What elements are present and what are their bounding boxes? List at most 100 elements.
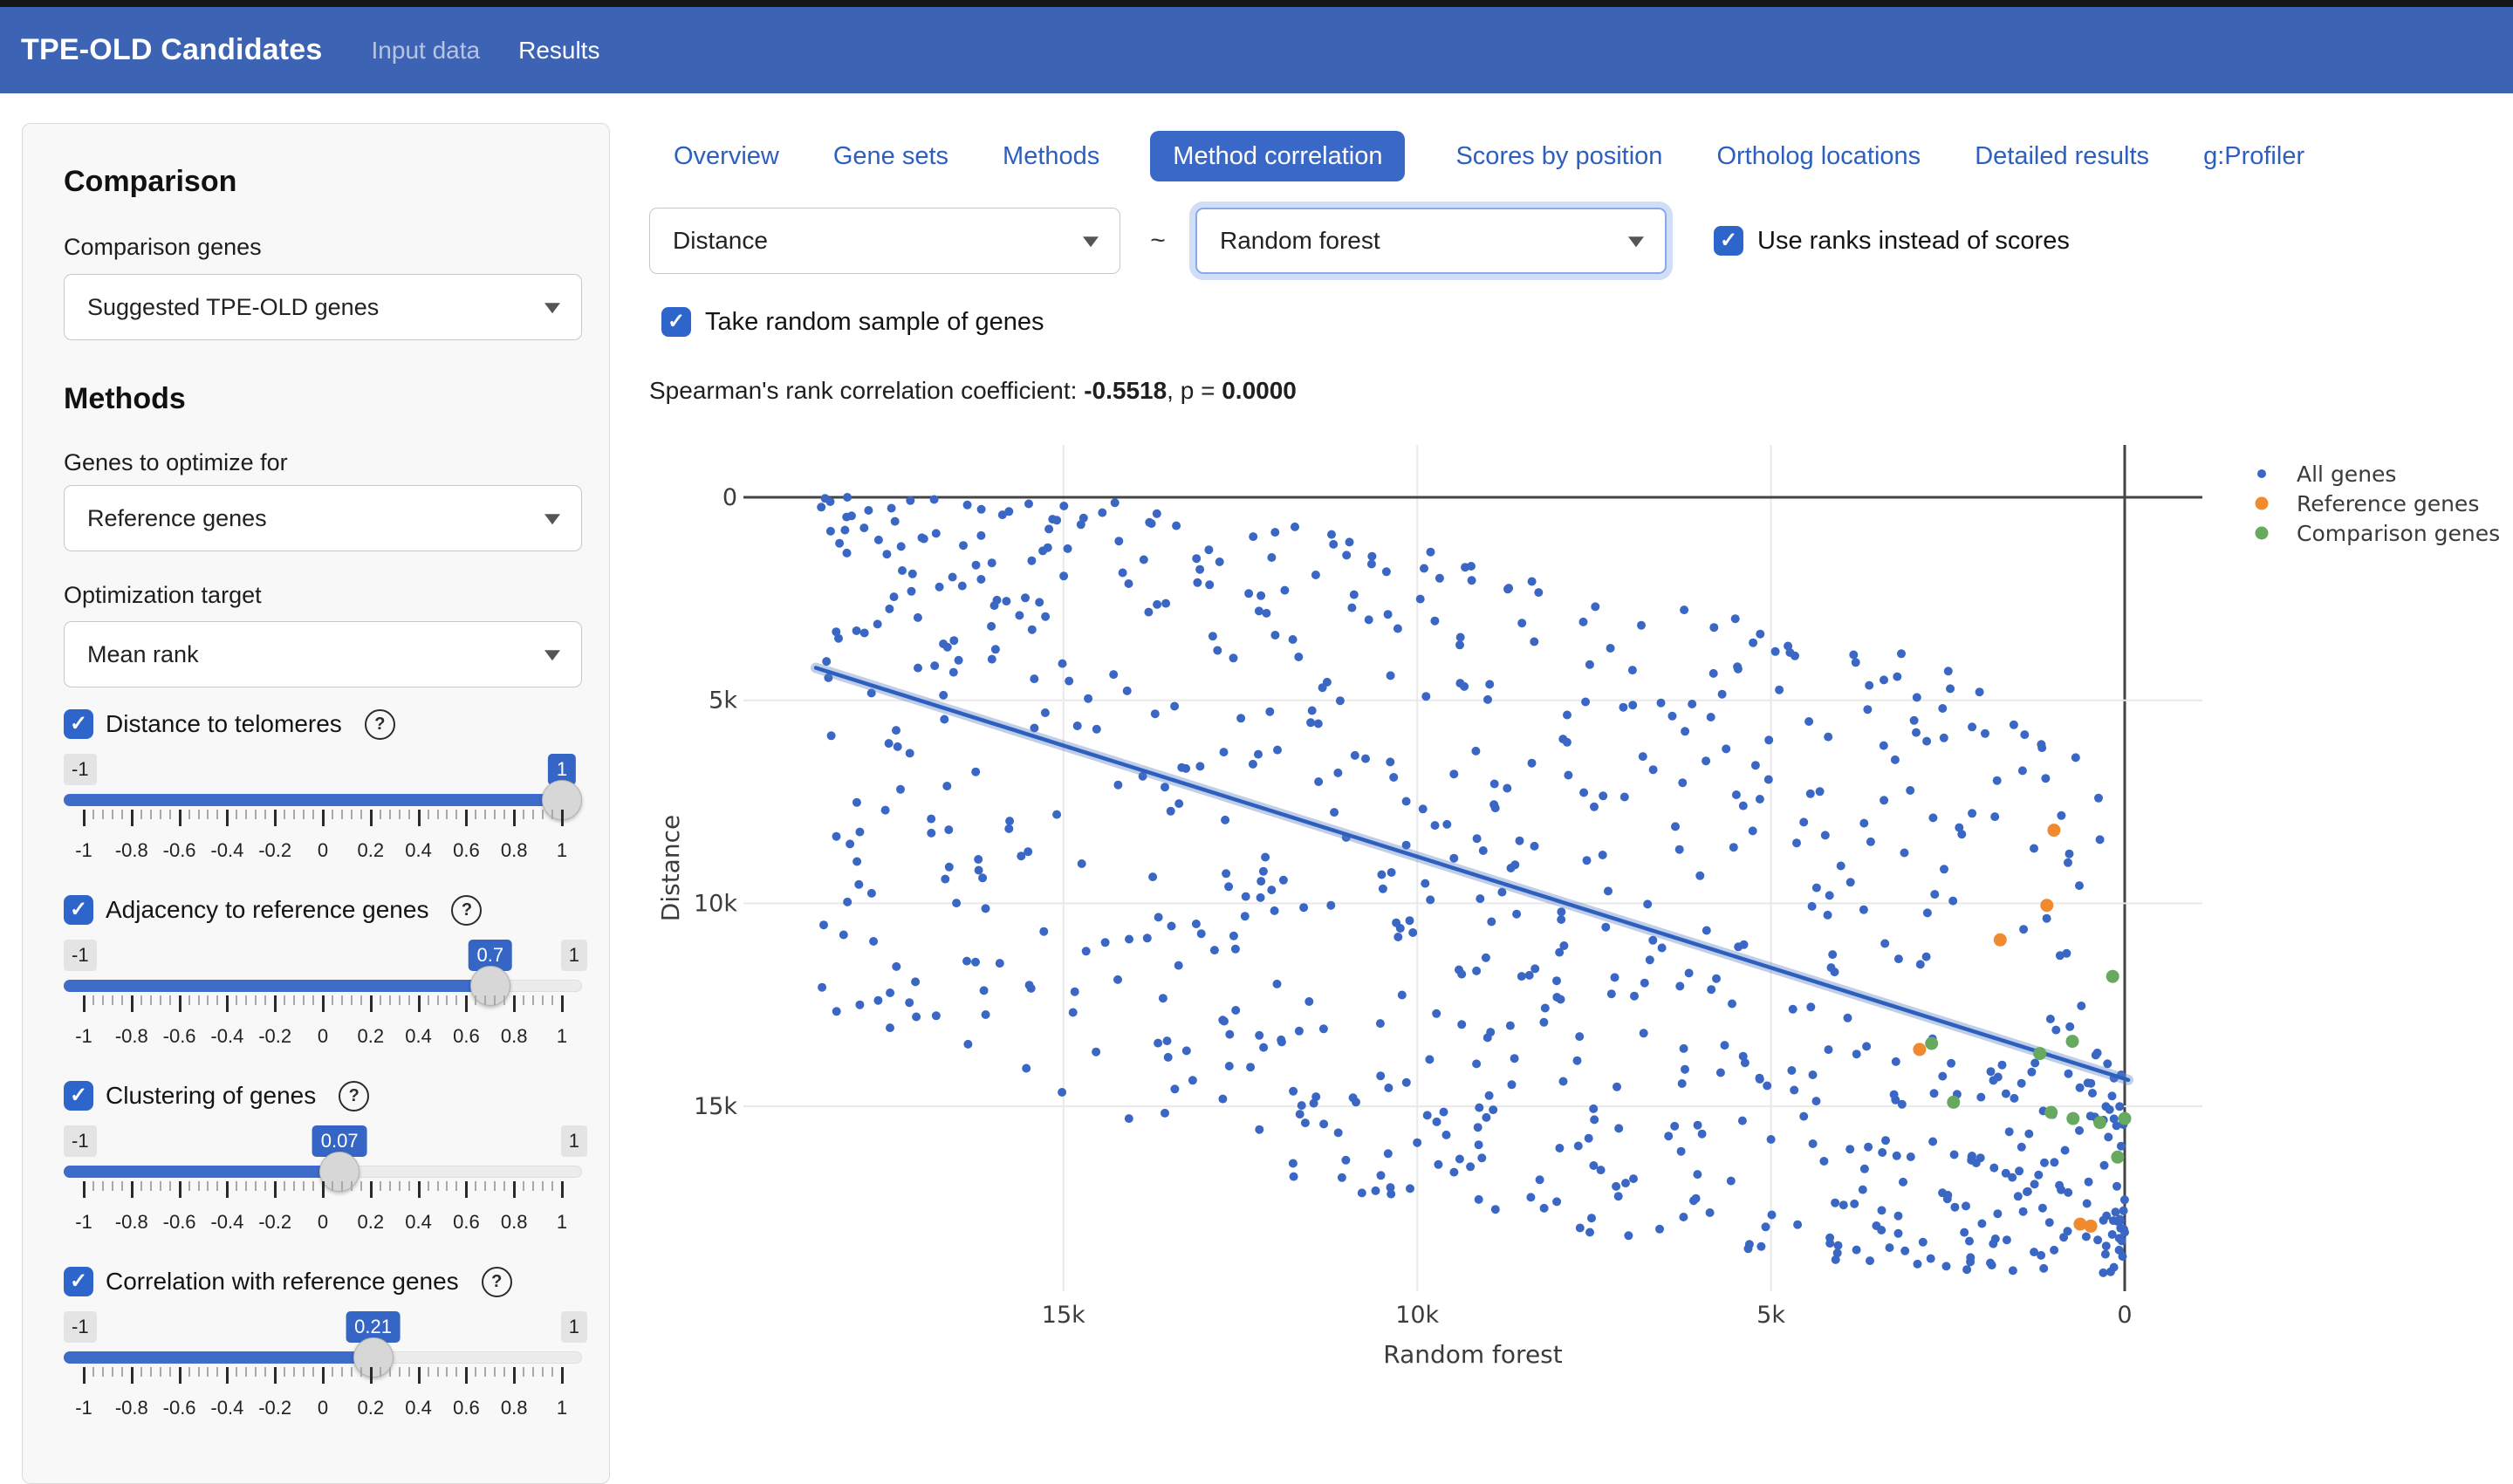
comparison-genes-select[interactable]: Suggested TPE-OLD genes [64, 274, 582, 340]
slider-scale-label: 1 [557, 1397, 567, 1419]
all-genes-point [1866, 838, 1875, 846]
all-genes-point [1475, 1195, 1483, 1204]
all-genes-point [1739, 802, 1748, 810]
all-genes-point [2086, 1079, 2095, 1088]
slider-tick [264, 810, 266, 819]
slider-tick [542, 995, 544, 1005]
nav-results[interactable]: Results [518, 37, 599, 65]
slider-tick [150, 1367, 152, 1377]
optimization-target-select[interactable]: Mean rank [64, 621, 582, 687]
app-root: { "navbar": { "brand": "TPE-OLD Candidat… [0, 0, 2513, 1420]
slider-scale-label: -0.2 [258, 1397, 291, 1419]
all-genes-point [1145, 518, 1154, 527]
method-checkbox[interactable] [64, 895, 93, 925]
slider-tick [92, 1367, 94, 1377]
method-checkbox[interactable] [64, 709, 93, 739]
reference-genes-point [2047, 824, 2060, 837]
weight-slider[interactable]: -1 1 0.7 -1-0.8-0.6-0.4-0.200.20.40.60.8… [64, 934, 582, 1074]
slider-ticks [84, 1181, 562, 1209]
all-genes-point [1658, 944, 1667, 953]
method-checkbox[interactable] [64, 1081, 93, 1111]
all-genes-point [1789, 1005, 1797, 1014]
slider-ticks [84, 810, 562, 838]
slider-tick [437, 1181, 439, 1191]
use-ranks-checkbox[interactable] [1714, 226, 1743, 256]
slider-tick [475, 1367, 476, 1377]
tab-overview[interactable]: Overview [670, 131, 783, 181]
all-genes-point [1930, 890, 1939, 899]
all-genes-point [1643, 899, 1652, 908]
slider-tick [465, 1181, 468, 1198]
all-genes-point [1581, 698, 1590, 707]
tab-detailed-results[interactable]: Detailed results [1971, 131, 2153, 181]
tab-gene-sets[interactable]: Gene sets [830, 131, 952, 181]
all-genes-point [1256, 893, 1265, 902]
help-icon[interactable]: ? [451, 895, 482, 926]
all-genes-point [1504, 584, 1513, 592]
all-genes-point [1002, 597, 1010, 605]
slider-tick [216, 810, 218, 819]
tab-method-correlation[interactable]: Method correlation [1150, 131, 1405, 181]
all-genes-point [1491, 804, 1500, 812]
all-genes-point [1273, 980, 1282, 988]
method-checkbox[interactable] [64, 1267, 93, 1296]
all-genes-point [1154, 913, 1163, 921]
slider-tick [236, 995, 237, 1005]
all-genes-point [2101, 1250, 2110, 1259]
random-sample-label: Take random sample of genes [705, 308, 1044, 337]
genes-optimize-select[interactable]: Reference genes [64, 485, 582, 551]
all-genes-point [2027, 1068, 2036, 1077]
all-genes-point [1413, 1139, 1421, 1147]
all-genes-point [948, 573, 957, 582]
all-genes-point [2061, 1146, 2070, 1155]
all-genes-point [1590, 803, 1599, 811]
all-genes-point [846, 839, 854, 848]
tab-methods[interactable]: Methods [999, 131, 1103, 181]
method-y-select[interactable]: Random forest [1195, 208, 1667, 274]
all-genes-point [887, 504, 896, 513]
legend-label-all-genes[interactable]: All genes [2297, 462, 2396, 487]
slider-scale-label: -0.6 [163, 1025, 196, 1048]
all-genes-point [1727, 1177, 1736, 1186]
legend-label-reference-genes[interactable]: Reference genes [2297, 491, 2479, 516]
all-genes-point [1188, 1076, 1197, 1084]
nav-input-data[interactable]: Input data [372, 37, 481, 65]
help-icon[interactable]: ? [365, 709, 395, 740]
legend-marker-all-genes [2257, 469, 2266, 478]
all-genes-point [1692, 1194, 1701, 1203]
all-genes-point [1038, 546, 1047, 555]
method-x-select[interactable]: Distance [649, 208, 1120, 274]
all-genes-point [1852, 1050, 1861, 1058]
weight-slider[interactable]: -1 1 0.07 -1-0.8-0.6-0.4-0.200.20.40.60.… [64, 1120, 582, 1260]
tab-g-profiler[interactable]: g:Profiler [2200, 131, 2308, 181]
all-genes-point [2077, 1002, 2085, 1010]
help-icon[interactable]: ? [339, 1081, 369, 1111]
all-genes-point [1894, 1212, 1903, 1221]
weight-slider[interactable]: -1 1 0.21 -1-0.8-0.6-0.4-0.200.20.40.60.… [64, 1306, 582, 1446]
slider-scale-label: -0.6 [163, 1211, 196, 1234]
all-genes-point [1763, 1082, 1771, 1091]
weight-slider[interactable]: -1 1 1 -1-0.8-0.6-0.4-0.200.20.40.60.81 [64, 749, 582, 888]
slider-scale-label: 0 [318, 839, 328, 862]
tab-scores-by-position[interactable]: Scores by position [1452, 131, 1666, 181]
correlation-scatter-chart[interactable]: 15k10k5k005k10k15kRandom forestDistanceA… [646, 410, 2513, 1420]
slider-tick [264, 1181, 266, 1191]
slider-tick [112, 995, 113, 1005]
all-genes-point [2112, 1121, 2121, 1130]
all-genes-point [1389, 773, 1398, 782]
all-genes-point [1589, 1104, 1598, 1113]
all-genes-point [2099, 1269, 2107, 1277]
all-genes-point [1756, 1075, 1764, 1084]
help-icon[interactable]: ? [482, 1267, 512, 1297]
all-genes-point [1387, 868, 1396, 877]
all-genes-point [1790, 1086, 1798, 1095]
all-genes-point [1827, 963, 1836, 972]
all-genes-point [2082, 1233, 2091, 1241]
all-genes-point [1273, 746, 1282, 755]
all-genes-point [974, 855, 983, 864]
all-genes-point [1280, 586, 1289, 595]
y-tick-label: 15k [694, 1093, 737, 1120]
legend-label-comparison-genes[interactable]: Comparison genes [2297, 521, 2500, 546]
random-sample-checkbox[interactable] [661, 307, 691, 337]
tab-ortholog-locations[interactable]: Ortholog locations [1713, 131, 1924, 181]
